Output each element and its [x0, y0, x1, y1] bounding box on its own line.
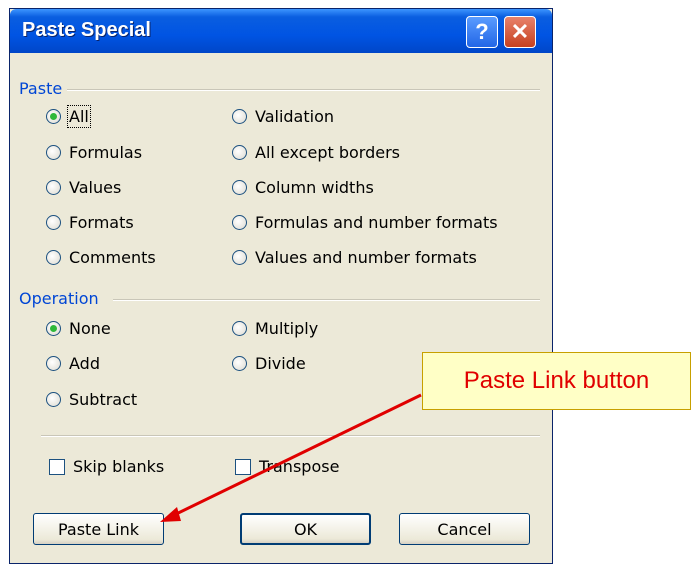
- arrow-shaft: [169, 393, 422, 519]
- arrow-head-icon: [160, 507, 181, 522]
- annotation-arrow: [160, 393, 422, 522]
